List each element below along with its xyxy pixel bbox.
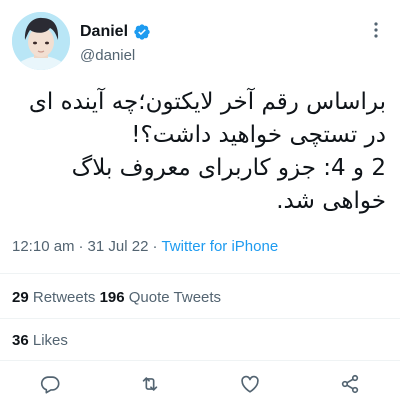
reply-icon[interactable] xyxy=(38,372,62,396)
quote-tweets-label: Quote Tweets xyxy=(128,289,222,306)
tweet-actions xyxy=(0,368,400,400)
like-icon[interactable] xyxy=(238,372,262,396)
retweet-icon[interactable] xyxy=(138,372,162,396)
author-display-name[interactable]: Daniel xyxy=(80,23,128,41)
likes-count: 36 xyxy=(12,332,29,349)
tweet-text-line: براساس رقم آخر لایکتون؛چه آینده ای xyxy=(28,89,386,115)
meta-separator: · xyxy=(78,238,84,255)
retweets-label: Retweets xyxy=(32,289,96,306)
retweets-count: 29 xyxy=(12,289,29,306)
avatar-image xyxy=(12,12,70,70)
share-icon[interactable] xyxy=(338,372,362,396)
meta-separator: · xyxy=(152,238,158,255)
likes-link[interactable]: 36 Likes xyxy=(12,332,68,349)
retweet-stats: 29 Retweets 196 Quote Tweets xyxy=(12,289,221,306)
tweet-meta: 12:10 am · 31 Jul 22 · Twitter for iPhone xyxy=(12,238,278,255)
divider xyxy=(0,318,400,319)
more-options-icon[interactable] xyxy=(366,20,386,40)
tweet-text-line: خواهی شد. xyxy=(276,188,386,214)
divider xyxy=(0,360,400,361)
tweet-date[interactable]: 31 Jul 22 xyxy=(88,238,149,255)
likes-stats: 36 Likes xyxy=(12,332,68,349)
quote-tweets-count: 196 xyxy=(99,289,125,306)
tweet-time[interactable]: 12:10 am xyxy=(12,238,75,255)
quote-tweets-link[interactable]: 196 Quote Tweets xyxy=(100,289,221,306)
retweets-link[interactable]: 29 Retweets xyxy=(12,289,100,306)
verified-badge-icon xyxy=(133,23,151,41)
likes-label: Likes xyxy=(32,332,68,349)
tweet-source[interactable]: Twitter for iPhone xyxy=(161,238,278,255)
avatar[interactable] xyxy=(12,12,70,70)
tweet-text-line: در تستچی خواهید داشت؟! xyxy=(131,122,386,148)
tweet-detail: Daniel @daniel براساس رقم آخر لایکتون؛چه… xyxy=(0,0,400,410)
tweet-text-line: 2 و 4: جزو کاربرای معروف بلاگ xyxy=(71,155,386,181)
tweet-text: براساس رقم آخر لایکتون؛چه آینده ای در تس… xyxy=(12,86,386,218)
tweet-header: Daniel @daniel xyxy=(12,12,388,70)
author-handle[interactable]: @daniel xyxy=(80,47,151,64)
divider xyxy=(0,273,400,274)
